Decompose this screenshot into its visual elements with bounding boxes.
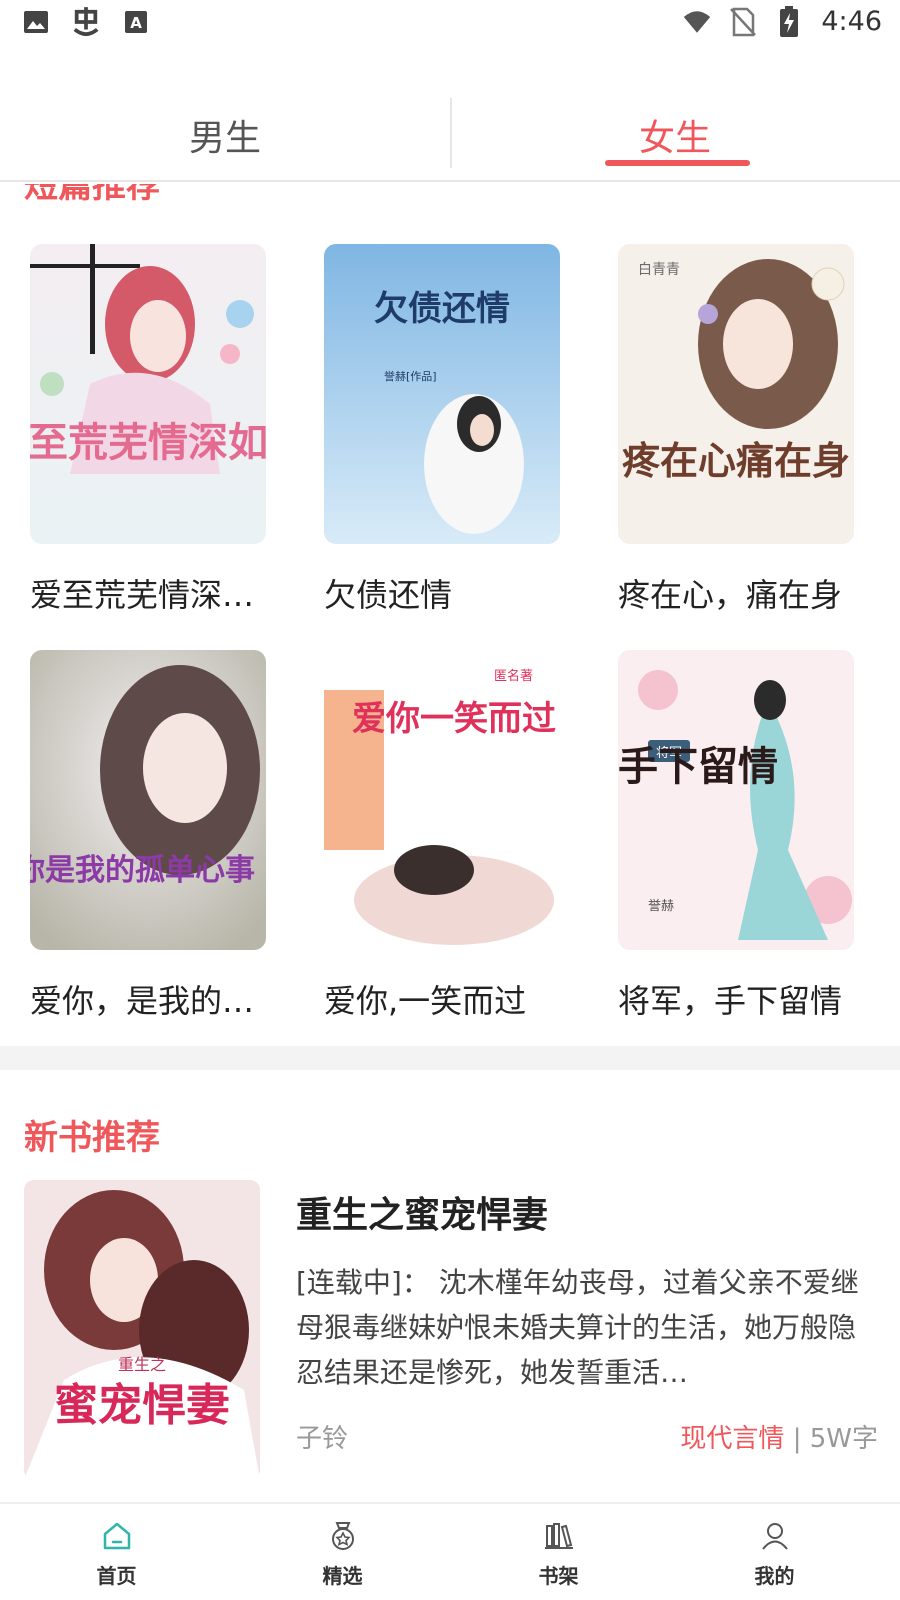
cover-text: 欠债还情 xyxy=(374,289,510,329)
nav-item-me[interactable]: 我的 xyxy=(662,1504,887,1600)
cover-author: 誉赫 xyxy=(648,899,674,914)
section-separator xyxy=(0,1046,900,1070)
book-cover[interactable]: 欠债还情 誉赫[作品] xyxy=(324,244,560,544)
book-cover[interactable]: 白青青 疼在心痛在身 xyxy=(618,244,854,544)
nav-item-bookshelf[interactable]: 书架 xyxy=(446,1504,671,1600)
book-title: 将军，手下留情 xyxy=(618,982,843,1020)
nav-item-home[interactable]: 首页 xyxy=(4,1504,229,1600)
active-tab-indicator xyxy=(605,160,750,166)
book-card[interactable]: 白青青 疼在心痛在身 疼在心，痛在身 xyxy=(618,244,854,616)
status-time: 4:46 xyxy=(821,6,882,37)
bottom-nav: 首页 精选 书架 我的 xyxy=(0,1502,900,1600)
nav-label: 书架 xyxy=(538,1564,579,1588)
book-card[interactable]: 欠债还情 誉赫[作品] 欠债还情 xyxy=(324,244,560,616)
tab-male[interactable]: 男生 xyxy=(0,90,450,180)
book-cover[interactable]: 爱至荒芜情深如烟 xyxy=(30,244,266,544)
book-title: 欠债还情 xyxy=(324,576,453,614)
genre-tag[interactable]: 现代言情 xyxy=(680,1424,784,1454)
meta-separator: | xyxy=(784,1424,810,1454)
cover-subtitle: 重生之 xyxy=(118,1355,166,1374)
book-title: 疼在心，痛在身 xyxy=(618,576,843,614)
featured-book-cover[interactable]: 重生之 蜜宠悍妻 xyxy=(24,1180,260,1480)
tab-female[interactable]: 女生 xyxy=(450,90,900,180)
book-cover[interactable]: 爱你一笑而过 匿名著 xyxy=(324,650,560,950)
content-scroll[interactable]: 短篇推荐 爱至荒芜情深如烟 爱至荒芜情深如烟 xyxy=(0,184,900,1502)
featured-book-author: 子铃 xyxy=(296,1424,349,1454)
cover-text: 手下留情 xyxy=(618,743,778,790)
book-card[interactable]: 爱你一笑而过 匿名著 爱你,一笑而过 xyxy=(324,650,560,1022)
bookshelf-icon xyxy=(544,1523,573,1549)
featured-book-title: 重生之蜜宠悍妻 xyxy=(296,1195,549,1236)
cover-text: 爱你一笑而过 xyxy=(352,699,556,739)
word-count: 5W字 xyxy=(809,1424,878,1454)
cover-text: 爱至荒芜情深如烟 xyxy=(30,419,266,466)
cover-text: 爱你是我的孤单心事 xyxy=(30,853,255,888)
font-icon: A xyxy=(122,8,150,36)
svg-text:A: A xyxy=(130,14,142,32)
user-icon xyxy=(761,1523,788,1550)
book-cover[interactable]: 将军 手下留情 誉赫 xyxy=(618,650,854,950)
nav-label: 精选 xyxy=(322,1564,363,1588)
no-sim-icon xyxy=(729,7,757,36)
cover-author: 匿名著 xyxy=(494,668,533,684)
bug-icon xyxy=(72,7,100,36)
cover-text: 蜜宠悍妻 xyxy=(54,1380,230,1431)
cover-author: 誉赫[作品] xyxy=(384,369,437,383)
featured-book-description: [连载中]： 沈木槿年幼丧母，过着父亲不爱继母狠毒继妹妒恨未婚夫算计的生活，她万… xyxy=(296,1266,859,1389)
nav-item-featured[interactable]: 精选 xyxy=(230,1504,455,1600)
book-card[interactable]: 爱你是我的孤单心事 爱你，是我的孤单心事 xyxy=(30,650,266,1022)
section-title-new-books: 新书推荐 xyxy=(24,1118,160,1158)
book-cover[interactable]: 爱你是我的孤单心事 xyxy=(30,650,266,950)
book-title: 爱你，是我的孤单心事 xyxy=(30,982,266,1020)
wifi-icon xyxy=(683,8,711,36)
gender-tabs: 男生 女生 xyxy=(0,90,900,182)
book-title: 爱至荒芜情深如烟 xyxy=(30,576,266,614)
cover-text: 疼在心痛在身 xyxy=(622,438,850,483)
image-icon xyxy=(22,8,50,36)
badge-icon xyxy=(331,1522,354,1550)
featured-book-meta: 现代言情 | 5W字 xyxy=(680,1418,878,1455)
book-title: 爱你,一笑而过 xyxy=(324,982,527,1020)
section-title-short: 短篇推荐 xyxy=(24,184,160,206)
book-card[interactable]: 将军 手下留情 誉赫 将军，手下留情 xyxy=(618,650,854,1022)
cover-author: 白青青 xyxy=(638,262,680,278)
nav-label: 我的 xyxy=(754,1564,795,1588)
home-icon xyxy=(103,1522,130,1550)
featured-book[interactable]: 重生之 蜜宠悍妻 重生之蜜宠悍妻 [连载中]： 沈木槿年幼丧母，过着父亲不爱继母… xyxy=(24,1180,884,1480)
battery-charging-icon xyxy=(775,5,803,37)
status-bar: A 4:46 xyxy=(0,0,900,50)
book-card[interactable]: 爱至荒芜情深如烟 爱至荒芜情深如烟 xyxy=(30,244,266,616)
nav-label: 首页 xyxy=(96,1564,137,1588)
